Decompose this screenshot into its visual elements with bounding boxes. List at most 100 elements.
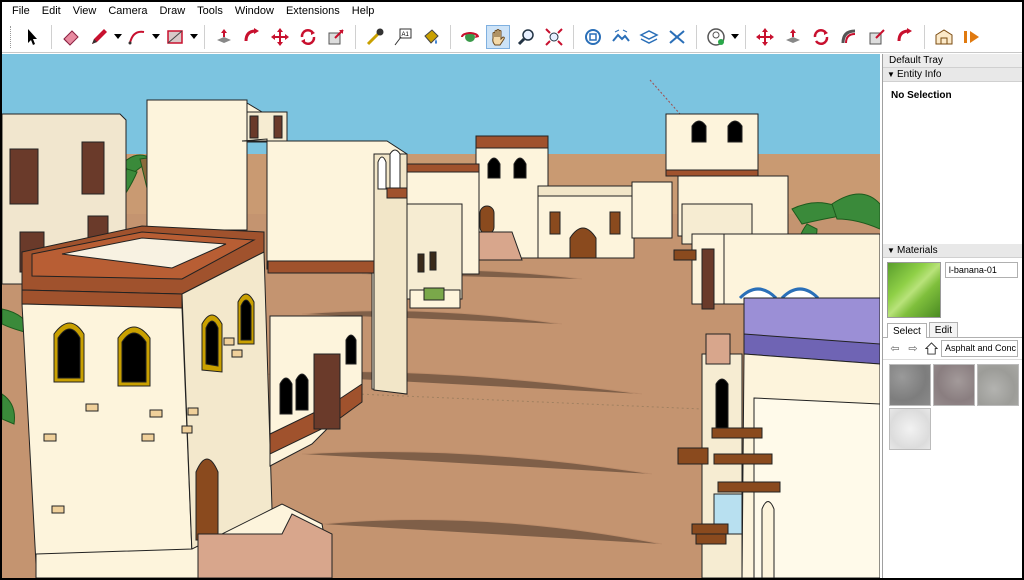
rectangle-dropdown[interactable]: [189, 25, 199, 49]
chevron-down-icon: [114, 34, 122, 39]
toolbar-separator: [573, 24, 574, 49]
text-tool-button[interactable]: A1: [391, 25, 415, 49]
zoom-extents-icon: [545, 27, 563, 46]
pencil-icon: [92, 28, 107, 44]
material-swatch[interactable]: [889, 408, 931, 450]
terrain-icon: [612, 29, 630, 42]
material-swatch[interactable]: [889, 364, 931, 406]
material-swatch[interactable]: [977, 364, 1019, 406]
arc-tool-button[interactable]: [125, 25, 149, 49]
section-icon: [669, 29, 685, 44]
follow-me-tool-button[interactable]: [240, 25, 264, 49]
3d-viewport[interactable]: [2, 54, 880, 578]
forward-arrow-icon[interactable]: ⇨: [905, 341, 921, 357]
chevron-down-icon: [152, 34, 160, 39]
push-pull-icon: [217, 28, 231, 43]
tab-select[interactable]: Select: [887, 323, 927, 338]
material-name-field[interactable]: l-banana-01: [944, 262, 1018, 278]
tape-measure-tool-button[interactable]: [363, 25, 387, 49]
default-tray: Default Tray ▼ Entity Info No Selection …: [882, 54, 1022, 578]
select-icon: [28, 28, 37, 45]
collapse-triangle-icon: ▼: [887, 245, 895, 255]
zoom-extents-tool-button[interactable]: [542, 25, 566, 49]
scale-tool-2-button[interactable]: [865, 25, 889, 49]
current-material-swatch[interactable]: [887, 262, 941, 318]
arc-dropdown[interactable]: [151, 25, 161, 49]
account-dropdown[interactable]: [730, 25, 740, 49]
pan-tool-button[interactable]: [486, 24, 510, 49]
svg-text:A1: A1: [402, 32, 410, 38]
follow-tool-icon: [897, 27, 912, 41]
text-icon: A1: [394, 28, 412, 45]
entity-info-header[interactable]: ▼ Entity Info: [883, 68, 1022, 82]
move-tool-2-button[interactable]: [753, 25, 777, 49]
offset-tool-button[interactable]: [837, 25, 861, 49]
push-pull-tool-button[interactable]: [212, 25, 236, 49]
follow-me-tool-2-button[interactable]: [893, 25, 917, 49]
menu-edit[interactable]: Edit: [36, 2, 67, 21]
sketchup-window: File Edit View Camera Draw Tools Window …: [0, 0, 1024, 580]
scale-tool-button[interactable]: [324, 25, 348, 49]
materials-title: Materials: [897, 244, 938, 256]
orbit-tool-icon: [841, 29, 856, 43]
paint-bucket-icon: [424, 28, 439, 44]
follow-me-icon: [244, 27, 259, 41]
material-swatch[interactable]: [933, 364, 975, 406]
menu-help[interactable]: Help: [346, 2, 381, 21]
scale-tool-icon: [869, 28, 885, 44]
desert-town-model[interactable]: [2, 54, 880, 578]
toolbar-separator: [924, 24, 925, 49]
pencil-dropdown[interactable]: [113, 25, 123, 49]
sandbox-button[interactable]: [609, 25, 633, 49]
menu-bar: File Edit View Camera Draw Tools Window …: [2, 2, 1022, 21]
rotate-icon: [300, 28, 316, 45]
tab-edit[interactable]: Edit: [928, 322, 959, 337]
toolbar-grip[interactable]: [10, 25, 14, 48]
layers-button[interactable]: [637, 25, 661, 49]
materials-header[interactable]: ▼ Materials: [883, 244, 1022, 258]
toolbar-separator: [696, 24, 697, 49]
warehouse-button[interactable]: [932, 25, 956, 49]
zoom-icon: [517, 28, 534, 45]
rectangle-tool-button[interactable]: [163, 25, 187, 49]
components-button[interactable]: [581, 25, 605, 49]
menu-tools[interactable]: Tools: [191, 2, 229, 21]
menu-window[interactable]: Window: [229, 2, 280, 21]
extension-button[interactable]: [960, 25, 984, 49]
material-library-select[interactable]: Asphalt and Conc: [941, 340, 1018, 357]
toolbar-separator: [745, 24, 746, 49]
paint-bucket-tool-button[interactable]: [419, 25, 443, 49]
push-pull-tool-icon: [786, 28, 800, 43]
select-tool-button[interactable]: [20, 25, 44, 49]
rotate-tool-button[interactable]: [296, 25, 320, 49]
orbit-icon: [461, 31, 479, 42]
menu-draw[interactable]: Draw: [153, 2, 191, 21]
menu-extensions[interactable]: Extensions: [280, 2, 346, 21]
section-button[interactable]: [665, 25, 689, 49]
user-icon: [707, 27, 725, 46]
move-tool-icon: [756, 27, 774, 46]
eraser-tool-button[interactable]: [59, 25, 83, 49]
menu-view[interactable]: View: [67, 2, 103, 21]
material-swatch-grid: [883, 360, 1022, 454]
rotate-tool-2-button[interactable]: [809, 25, 833, 49]
account-button[interactable]: [704, 25, 728, 49]
menu-file[interactable]: File: [6, 2, 36, 21]
home-icon[interactable]: [923, 341, 939, 357]
push-pull-tool-2-button[interactable]: [781, 25, 805, 49]
pencil-tool-button[interactable]: [87, 25, 111, 49]
library-nav-row: ⇦ ⇨ Asphalt and Conc: [883, 338, 1022, 360]
zoom-tool-button[interactable]: [514, 25, 538, 49]
back-arrow-icon[interactable]: ⇦: [887, 341, 903, 357]
move-tool-button[interactable]: [268, 25, 292, 49]
chevron-down-icon: [731, 34, 739, 39]
main-toolbar: A1: [2, 21, 1022, 53]
menu-camera[interactable]: Camera: [102, 2, 153, 21]
rectangle-icon: [167, 29, 183, 44]
entity-info-panel: No Selection: [883, 82, 1022, 244]
layers-icon: [639, 29, 659, 44]
rotate-tool-icon: [813, 28, 829, 45]
orbit-tool-button[interactable]: [458, 25, 482, 49]
component-icon: [585, 28, 601, 45]
move-icon: [271, 27, 289, 46]
